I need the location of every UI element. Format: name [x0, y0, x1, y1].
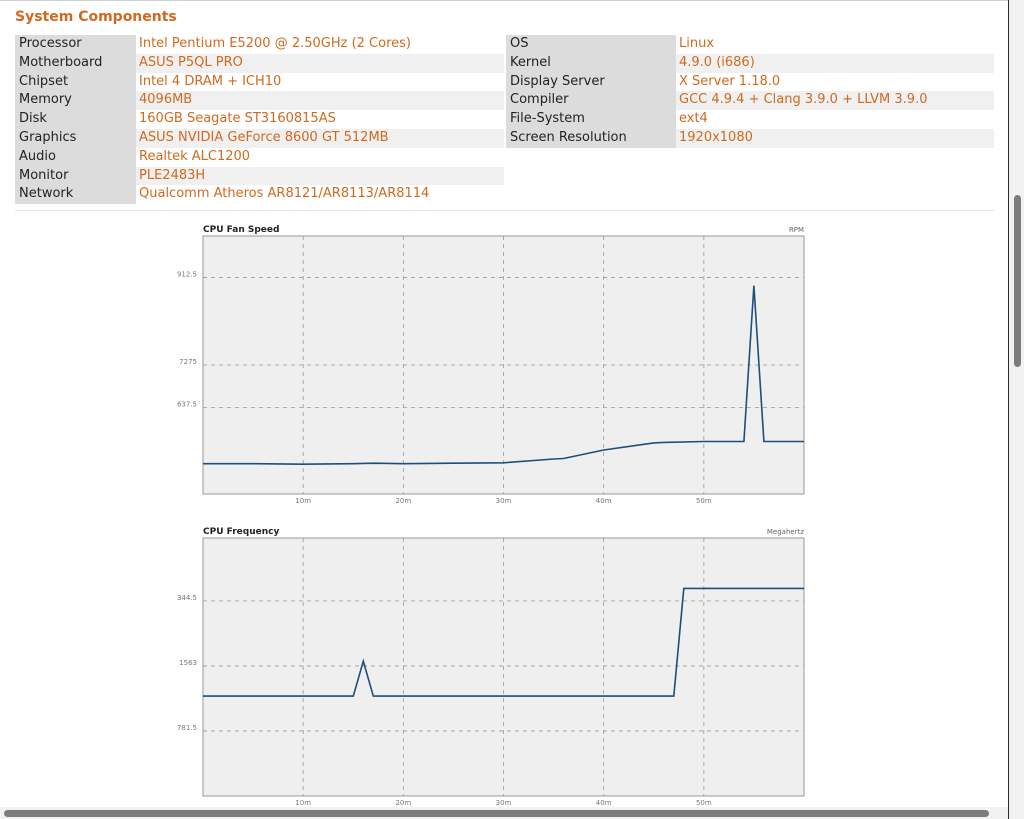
component-row: Compiler GCC 4.9.4 + Clang 3.9.0 + LLVM 3… [506, 91, 994, 111]
component-row: Display Server X Server 1.18.0 [506, 72, 994, 92]
component-label: OS [506, 35, 676, 54]
component-label: Processor [15, 35, 136, 54]
component-row: Chipset Intel 4 DRAM + ICH10 [15, 72, 504, 92]
chart-cpu-fan-speed: CPU Fan Speed RPM 10m 20m 30m 40m 50m 637.5 7275… [160, 222, 820, 505]
vertical-scrollbar-thumb[interactable] [1014, 195, 1021, 367]
component-label: Chipset [15, 72, 136, 92]
component-row: File-System ext4 [506, 110, 994, 129]
component-row: Monitor PLE2483H [15, 166, 504, 186]
chart-cpu-frequency-svg: CPU Frequency Megahertz 10m 20m 30m 40m 50m 781… [177, 527, 805, 807]
component-row: OS Linux [506, 35, 994, 54]
component-value: Intel Pentium E5200 @ 2.50GHz (2 Cores) [139, 36, 411, 51]
component-row: Network Qualcomm Atheros AR8121/AR8113/AR… [15, 185, 504, 205]
divider [15, 210, 995, 211]
component-value: Qualcomm Atheros AR8121/AR8113/AR8114 [139, 186, 430, 202]
component-label: Monitor [15, 166, 136, 186]
component-value: Intel 4 DRAM + ICH10 [139, 73, 282, 89]
component-row: Kernel 4.9.0 (i686) [506, 53, 994, 73]
component-value: GCC 4.9.4 + Clang 3.9.0 + LLVM 3.9.0 [676, 91, 994, 111]
x-tick-label: 20m [395, 497, 411, 505]
component-value: 1920x1080 [676, 128, 994, 148]
chart-title: CPU Frequency [203, 527, 279, 537]
y-tick-label: 781.5 [177, 724, 197, 732]
component-row: Processor Intel Pentium E5200 @ 2.50GHz (… [15, 35, 504, 54]
component-value: Realtek ALC1200 [139, 148, 251, 164]
component-label: Display Server [506, 72, 676, 92]
x-tick-label: 20m [395, 799, 411, 807]
horizontal-scrollbar-thumb[interactable] [4, 810, 989, 817]
component-label: File-System [506, 110, 676, 129]
chart-unit-label: Megahertz [767, 528, 804, 536]
component-label: Audio [15, 147, 136, 167]
y-tick-label: 7275 [179, 358, 197, 366]
components-table-right: OS Linux Kernel 4.9.0 (i686) Display Server X… [506, 35, 994, 148]
component-label: Compiler [506, 91, 676, 111]
component-value: 160GB Seagate ST3160815AS [139, 111, 336, 127]
component-value: X Server 1.18.0 [679, 73, 781, 89]
vertical-scrollbar[interactable] [1008, 0, 1024, 819]
chart-unit-label: RPM [789, 226, 804, 234]
chart-title: CPU Fan Speed [203, 225, 279, 235]
component-value: ext4 [679, 111, 708, 127]
x-tick-label: 50m [696, 497, 712, 505]
x-tick-label: 40m [596, 799, 612, 807]
chart-cpu-frequency: CPU Frequency Megahertz 10m 20m 30m 40m 50m 781… [160, 524, 820, 807]
component-row: Disk 160GB Seagate ST3160815AS [15, 110, 504, 129]
component-value: ASUS P5QL PRO [136, 53, 504, 73]
component-label: Memory [15, 91, 136, 111]
component-value: Linux [679, 36, 715, 51]
component-value: PLE2483H [136, 166, 504, 186]
component-label: Network [15, 185, 136, 205]
component-row: Audio Realtek ALC1200 [15, 147, 504, 167]
component-value: 4.9.0 (i686) [676, 53, 994, 73]
x-tick-label: 10m [295, 497, 311, 505]
x-tick-label: 50m [696, 799, 712, 807]
component-label: Graphics [15, 128, 136, 148]
components-table-left: Processor Intel Pentium E5200 @ 2.50GHz (… [15, 35, 504, 205]
component-label: Kernel [506, 53, 676, 73]
component-value: 4096MB [136, 91, 504, 111]
component-row: Screen Resolution 1920x1080 [506, 128, 994, 148]
x-tick-label: 30m [496, 497, 512, 505]
y-tick-label: 1563 [179, 659, 197, 667]
x-tick-label: 40m [596, 497, 612, 505]
component-row: Graphics ASUS NVIDIA GeForce 8600 GT 512M… [15, 128, 504, 148]
component-label: Screen Resolution [506, 128, 676, 148]
component-row: Memory 4096MB [15, 91, 504, 111]
chart-cpu-fan-speed-svg: CPU Fan Speed RPM 10m 20m 30m 40m 50m 637.5 7275… [177, 225, 805, 505]
y-tick-label: 344.5 [177, 594, 197, 602]
component-label: Disk [15, 110, 136, 129]
x-tick-label: 10m [295, 799, 311, 807]
x-tick-label: 30m [496, 799, 512, 807]
section-title: System Components [15, 9, 177, 25]
y-tick-label: 637.5 [177, 401, 197, 409]
component-value: ASUS NVIDIA GeForce 8600 GT 512MB [136, 128, 504, 148]
top-border [0, 0, 1008, 1]
component-label: Motherboard [15, 53, 136, 73]
y-tick-label: 912.5 [177, 270, 197, 278]
component-row: Motherboard ASUS P5QL PRO [15, 53, 504, 73]
results-page: System Components Processor Intel Pentium… [0, 0, 1008, 807]
